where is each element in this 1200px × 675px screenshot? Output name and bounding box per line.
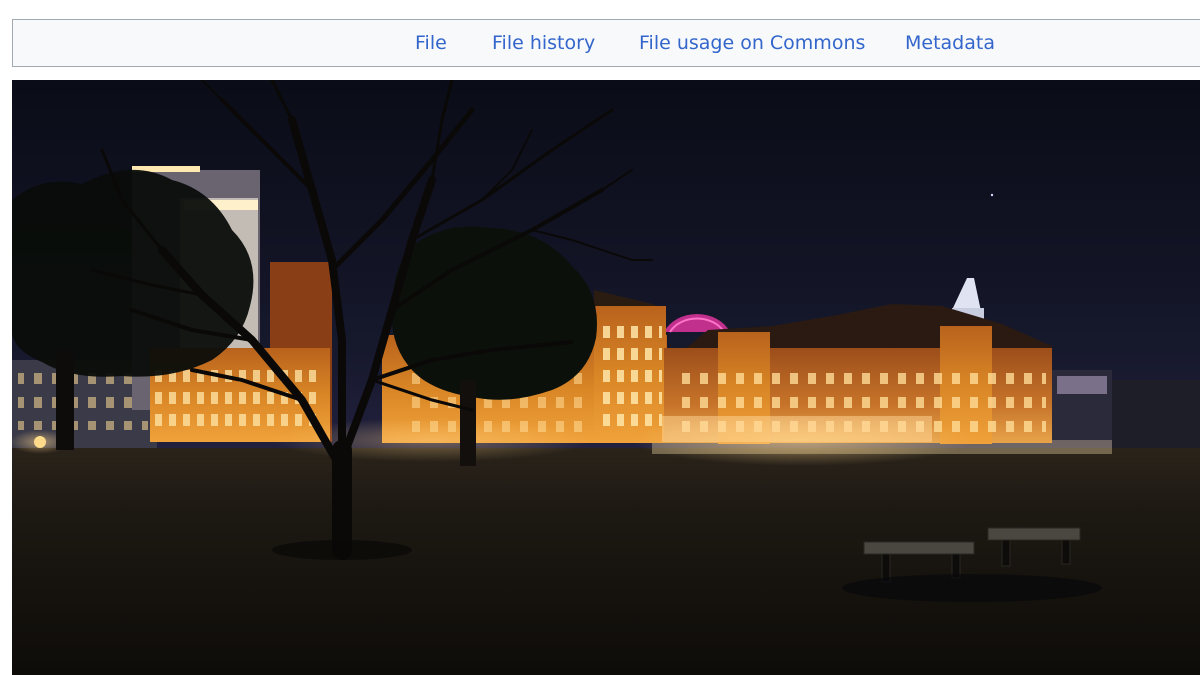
file-image[interactable] [12,80,1200,675]
file-page-tabs: File File history File usage on Commons … [12,19,1200,67]
tab-file[interactable]: File [415,20,447,68]
tab-file-usage-on-commons[interactable]: File usage on Commons [639,20,865,68]
tab-metadata[interactable]: Metadata [905,20,995,68]
tab-file-history[interactable]: File history [492,20,595,68]
night-photo [12,80,1200,675]
